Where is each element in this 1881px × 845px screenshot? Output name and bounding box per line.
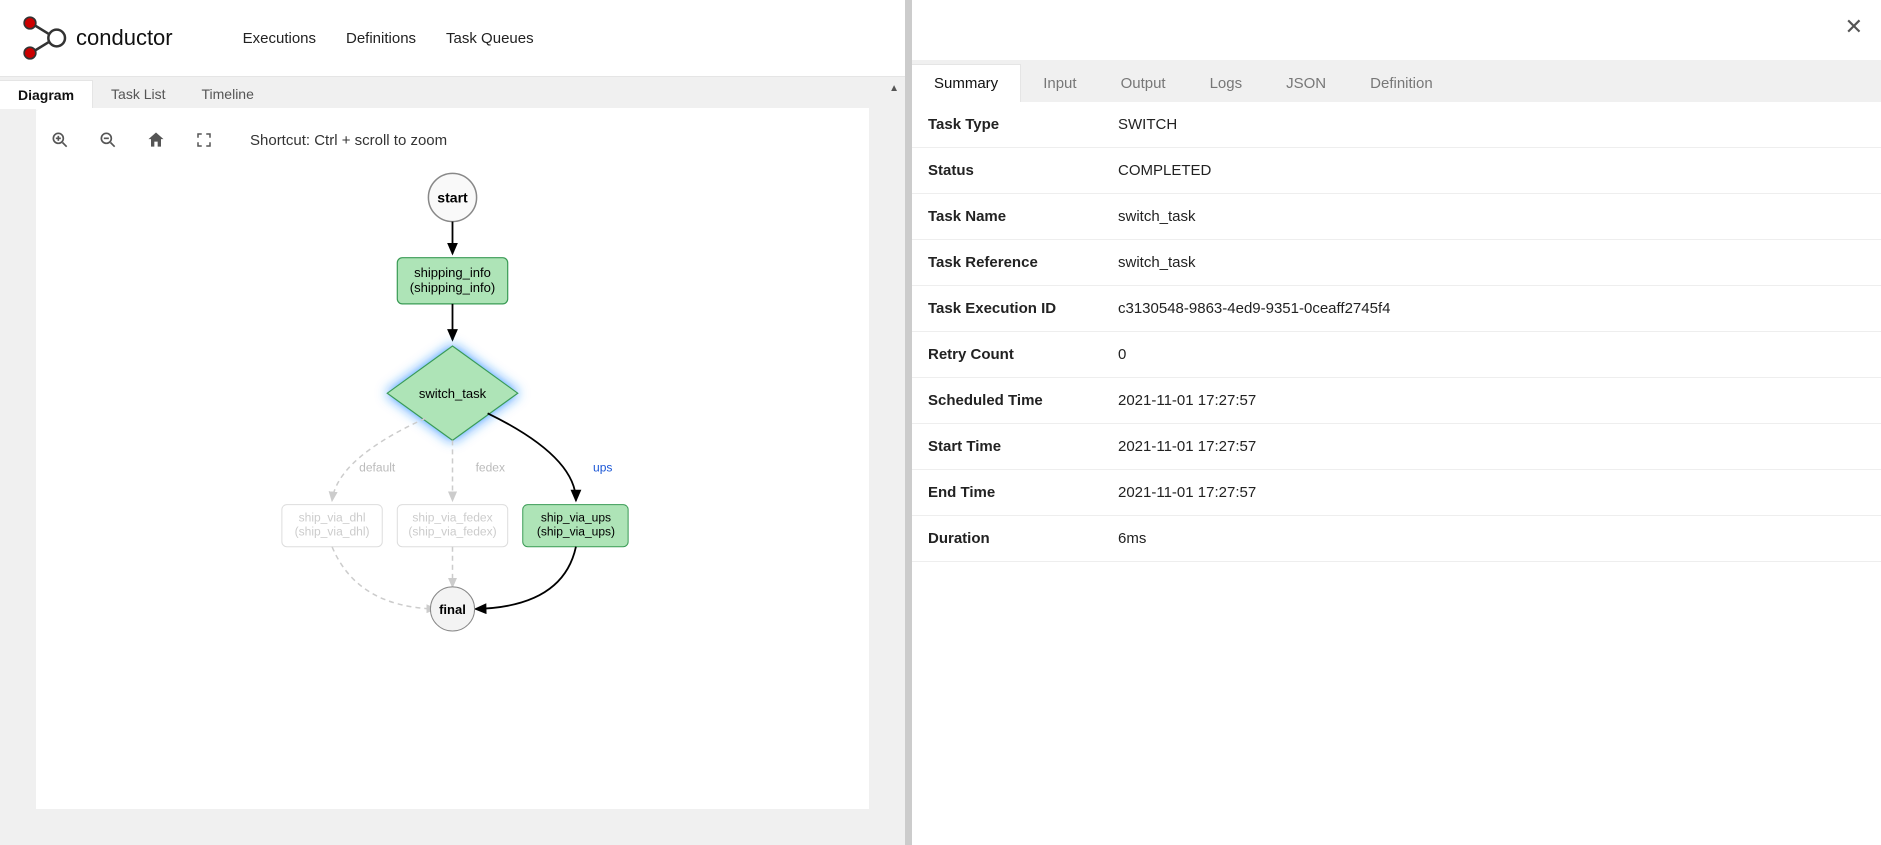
detail-tab-logs[interactable]: Logs: [1188, 65, 1265, 102]
top-nav: conductor Executions Definitions Task Qu…: [0, 0, 905, 76]
node-shipping-info-label1: shipping_info: [414, 265, 491, 280]
brand-text: conductor: [76, 25, 173, 51]
detail-tab-input[interactable]: Input: [1021, 65, 1098, 102]
sub-tabs: Diagram Task List Timeline ▲: [0, 76, 905, 108]
node-switch-label: switch_task: [419, 386, 487, 401]
zoom-in-icon[interactable]: [50, 130, 70, 150]
detail-tab-json[interactable]: JSON: [1264, 65, 1348, 102]
node-dhl-l2: (ship_via_dhl): [295, 525, 370, 539]
node-shipping-info-label2: (shipping_info): [410, 280, 495, 295]
row-start: Start Time2021-11-01 17:27:57: [912, 424, 1881, 470]
sub-tab-diagram[interactable]: Diagram: [0, 80, 93, 109]
node-dhl-l1: ship_via_dhl: [299, 511, 366, 525]
node-fedex-l1: ship_via_fedex: [412, 511, 492, 525]
row-exec-id: Task Execution IDc3130548-9863-4ed9-9351…: [912, 286, 1881, 332]
row-status: StatusCOMPLETED: [912, 148, 1881, 194]
branch-label-fedex: fedex: [476, 460, 505, 474]
branch-label-default: default: [359, 460, 396, 474]
expand-icon[interactable]: [194, 130, 214, 150]
conductor-logo-icon: [20, 13, 70, 63]
zoom-out-icon[interactable]: [98, 130, 118, 150]
shortcut-hint: Shortcut: Ctrl + scroll to zoom: [250, 132, 447, 149]
node-fedex-l2: (ship_via_fedex): [408, 525, 496, 539]
branch-label-ups: ups: [593, 460, 612, 474]
row-retry: Retry Count0: [912, 332, 1881, 378]
row-task-name: Task Nameswitch_task: [912, 194, 1881, 240]
node-ups-l1: ship_via_ups: [541, 511, 611, 525]
brand-logo: conductor: [20, 13, 173, 63]
row-task-ref: Task Referenceswitch_task: [912, 240, 1881, 286]
workflow-graph: start shipping_info (shipping_info) swit…: [36, 148, 869, 809]
row-task-type: Task TypeSWITCH: [912, 102, 1881, 148]
sub-tab-timeline[interactable]: Timeline: [184, 80, 272, 108]
detail-tab-output[interactable]: Output: [1099, 65, 1188, 102]
row-scheduled: Scheduled Time2021-11-01 17:27:57: [912, 378, 1881, 424]
home-icon[interactable]: [146, 130, 166, 150]
sub-tab-task-list[interactable]: Task List: [93, 80, 183, 108]
row-duration: Duration6ms: [912, 516, 1881, 562]
row-end: End Time2021-11-01 17:27:57: [912, 470, 1881, 516]
collapse-caret-icon[interactable]: ▲: [889, 83, 899, 94]
close-icon[interactable]: ✕: [1845, 14, 1863, 40]
node-start-label: start: [437, 190, 468, 206]
nav-executions[interactable]: Executions: [243, 30, 316, 47]
nav-definitions[interactable]: Definitions: [346, 30, 416, 47]
node-ups-l2: (ship_via_ups): [537, 525, 615, 539]
detail-panel: ✕ Summary Input Output Logs JSON Definit…: [905, 0, 1881, 845]
nav-task-queues[interactable]: Task Queues: [446, 30, 534, 47]
detail-tab-summary[interactable]: Summary: [912, 64, 1021, 102]
diagram-canvas[interactable]: Shortcut: Ctrl + scroll to zoom start: [36, 108, 869, 809]
detail-tab-definition[interactable]: Definition: [1348, 65, 1455, 102]
node-final-label: final: [439, 602, 466, 617]
summary-table: Task TypeSWITCH StatusCOMPLETED Task Nam…: [912, 102, 1881, 562]
